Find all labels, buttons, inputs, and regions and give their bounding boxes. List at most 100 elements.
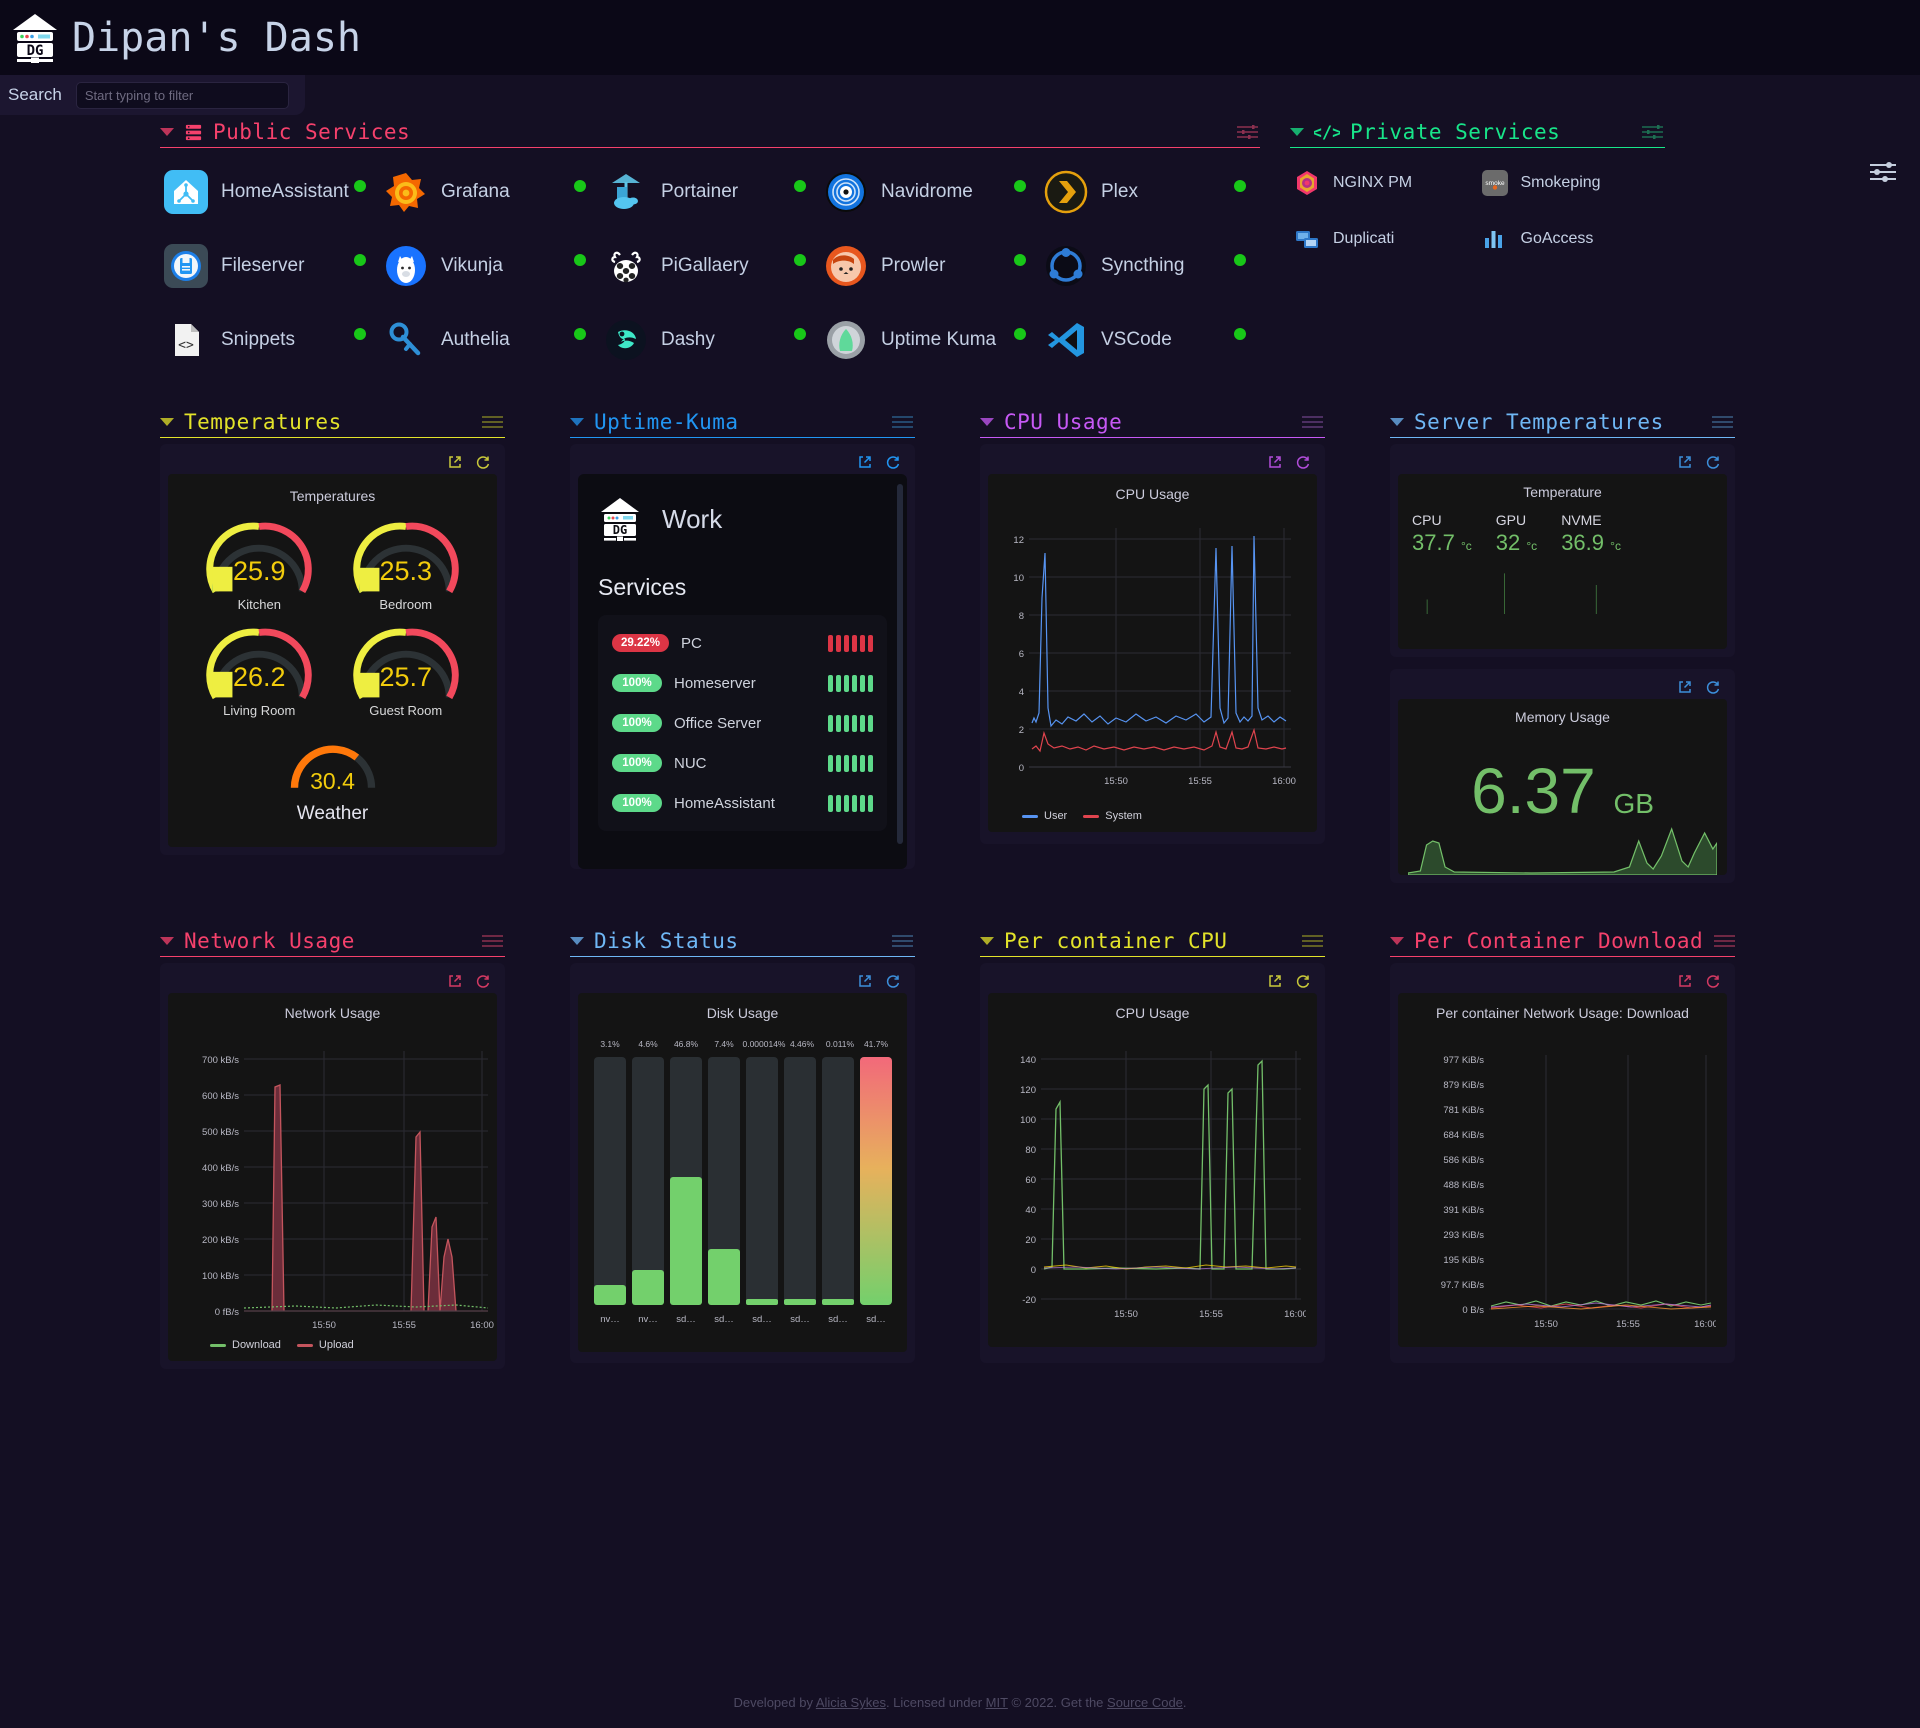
status-indicator[interactable] xyxy=(1234,254,1246,266)
caret-down-icon[interactable] xyxy=(1390,937,1404,945)
sliders-icon[interactable] xyxy=(891,413,915,431)
sliders-icon[interactable] xyxy=(891,932,915,950)
kuma-scrollbar[interactable] xyxy=(897,484,903,844)
y-tick: 0 xyxy=(1019,763,1024,774)
open-external-icon[interactable] xyxy=(447,973,463,989)
sliders-icon[interactable] xyxy=(1713,932,1737,950)
service-item-plex[interactable]: Plex xyxy=(1040,164,1260,220)
legend-item-user[interactable]: User xyxy=(1022,810,1067,822)
refresh-icon[interactable] xyxy=(1705,973,1721,989)
kuma-monitor-row[interactable]: 29.22% PC xyxy=(598,623,887,663)
caret-down-icon[interactable] xyxy=(980,937,994,945)
status-indicator[interactable] xyxy=(354,180,366,192)
caret-down-icon[interactable] xyxy=(570,937,584,945)
status-indicator[interactable] xyxy=(574,254,586,266)
status-indicator[interactable] xyxy=(794,328,806,340)
refresh-icon[interactable] xyxy=(885,454,901,470)
service-item-uptime-kuma[interactable]: Uptime Kuma xyxy=(820,312,1040,368)
status-indicator[interactable] xyxy=(354,328,366,340)
service-item-fileserver[interactable]: Fileserver xyxy=(160,238,380,294)
legend-item-system[interactable]: System xyxy=(1083,810,1142,822)
service-item-dashy[interactable]: Dashy xyxy=(600,312,820,368)
y-tick: 600 kB/s xyxy=(202,1091,239,1102)
open-external-icon[interactable] xyxy=(1677,973,1693,989)
service-item-syncthing[interactable]: Syncthing xyxy=(1040,238,1260,294)
refresh-icon[interactable] xyxy=(475,973,491,989)
caret-down-icon[interactable] xyxy=(1390,418,1404,426)
refresh-icon[interactable] xyxy=(1705,454,1721,470)
monitor-name: NUC xyxy=(674,755,816,772)
service-item-duplicati[interactable]: Duplicati xyxy=(1290,220,1478,258)
service-label: Navidrome xyxy=(881,181,973,203)
service-item-nginx-pm[interactable]: NGINX PM xyxy=(1290,164,1478,202)
status-indicator[interactable] xyxy=(1234,180,1246,192)
sliders-icon[interactable] xyxy=(481,413,505,431)
refresh-icon[interactable] xyxy=(1705,679,1721,695)
caret-down-icon[interactable] xyxy=(160,418,174,426)
status-indicator[interactable] xyxy=(354,254,366,266)
service-item-vikunja[interactable]: Vikunja xyxy=(380,238,600,294)
kuma-monitor-row[interactable]: 100% NUC xyxy=(598,743,887,783)
service-item-vscode[interactable]: VSCode xyxy=(1040,312,1260,368)
sliders-icon[interactable] xyxy=(1641,123,1665,141)
refresh-icon[interactable] xyxy=(1295,454,1311,470)
caret-down-icon[interactable] xyxy=(160,128,174,136)
search-input[interactable] xyxy=(76,82,289,109)
sliders-icon[interactable] xyxy=(1868,161,1898,183)
refresh-icon[interactable] xyxy=(475,454,491,470)
status-indicator[interactable] xyxy=(1014,254,1026,266)
status-indicator[interactable] xyxy=(1234,328,1246,340)
service-label: Syncthing xyxy=(1101,255,1184,277)
caret-down-icon[interactable] xyxy=(1290,128,1304,136)
service-item-pigallaery[interactable]: PiGallaery xyxy=(600,238,820,294)
footer-license-link[interactable]: MIT xyxy=(986,1695,1008,1710)
service-item-navidrome[interactable]: Navidrome xyxy=(820,164,1040,220)
open-external-icon[interactable] xyxy=(1677,454,1693,470)
sliders-icon[interactable] xyxy=(481,932,505,950)
dashy-house-logo[interactable]: DG xyxy=(10,12,60,64)
legend-swatch xyxy=(1083,815,1099,818)
status-indicator[interactable] xyxy=(1014,328,1026,340)
footer-source-link[interactable]: Source Code xyxy=(1107,1695,1183,1710)
caret-down-icon[interactable] xyxy=(570,418,584,426)
sliders-icon[interactable] xyxy=(1711,413,1735,431)
open-external-icon[interactable] xyxy=(1267,454,1283,470)
service-item-goaccess[interactable]: GoAccess xyxy=(1478,220,1666,258)
raspberry-pi-icon xyxy=(604,244,648,288)
service-item-portainer[interactable]: Portainer xyxy=(600,164,820,220)
service-item-authelia[interactable]: Authelia xyxy=(380,312,600,368)
status-indicator[interactable] xyxy=(794,254,806,266)
status-indicator[interactable] xyxy=(574,328,586,340)
kuma-monitor-row[interactable]: 100% HomeAssistant xyxy=(598,783,887,823)
kuma-monitor-row[interactable]: 100% Office Server xyxy=(598,703,887,743)
legend-item-download[interactable]: Download xyxy=(210,1339,281,1351)
status-indicator[interactable] xyxy=(574,180,586,192)
y-tick: 8 xyxy=(1019,611,1024,622)
status-indicator[interactable] xyxy=(1014,180,1026,192)
kuma-monitor-row[interactable]: 100% Homeserver xyxy=(598,663,887,703)
refresh-icon[interactable] xyxy=(1295,973,1311,989)
search-bar: Search xyxy=(0,75,305,115)
status-indicator[interactable] xyxy=(794,180,806,192)
service-item-smokeping[interactable]: smoke Smokeping xyxy=(1478,164,1666,202)
sliders-icon[interactable] xyxy=(1301,413,1325,431)
service-item-snippets[interactable]: <> Snippets xyxy=(160,312,380,368)
footer-author-link[interactable]: Alicia Sykes xyxy=(816,1695,886,1710)
bar-value-label: 0.011% xyxy=(826,1039,855,1049)
caret-down-icon[interactable] xyxy=(160,937,174,945)
refresh-icon[interactable] xyxy=(885,973,901,989)
x-tick: sd… xyxy=(676,1314,696,1325)
legend-item-upload[interactable]: Upload xyxy=(297,1339,354,1351)
open-external-icon[interactable] xyxy=(857,454,873,470)
service-item-homeassistant[interactable]: HomeAssistant xyxy=(160,164,380,220)
open-external-icon[interactable] xyxy=(857,973,873,989)
open-external-icon[interactable] xyxy=(447,454,463,470)
caret-down-icon[interactable] xyxy=(980,418,994,426)
service-item-prowler[interactable]: Prowler xyxy=(820,238,1040,294)
sliders-icon[interactable] xyxy=(1236,123,1260,141)
memory-number: 6.37 xyxy=(1471,755,1596,827)
service-item-grafana[interactable]: Grafana xyxy=(380,164,600,220)
open-external-icon[interactable] xyxy=(1267,973,1283,989)
sliders-icon[interactable] xyxy=(1301,932,1325,950)
open-external-icon[interactable] xyxy=(1677,679,1693,695)
